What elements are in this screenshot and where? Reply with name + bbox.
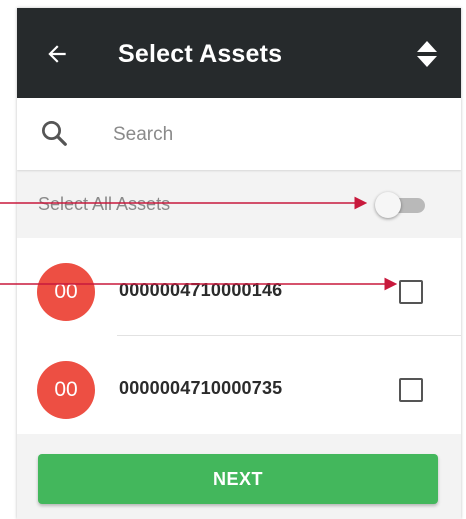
sort-icon (417, 41, 437, 67)
select-all-toggle[interactable] (375, 192, 427, 218)
sort-button[interactable] (409, 36, 445, 72)
select-all-row: Select All Assets (17, 170, 461, 238)
avatar: 00 (37, 263, 95, 321)
avatar: 00 (37, 361, 95, 419)
asset-list: 00 0000004710000146 00 0000004710000735 (17, 238, 461, 434)
toggle-thumb (375, 192, 401, 218)
asset-id: 0000004710000735 (119, 378, 283, 398)
page-title: Select Assets (118, 40, 283, 68)
list-item[interactable]: 00 0000004710000735 (17, 336, 461, 433)
asset-id: 0000004710000146 (119, 280, 283, 300)
asset-checkbox[interactable] (399, 280, 423, 304)
search-input[interactable] (111, 116, 435, 154)
asset-checkbox[interactable] (399, 378, 423, 402)
app-bar: Select Assets (17, 8, 461, 98)
next-button[interactable]: NEXT (38, 454, 438, 504)
back-button[interactable] (39, 36, 75, 72)
search-bar (17, 98, 461, 170)
search-icon (42, 121, 67, 146)
phone-screen: Select Assets Select All Assets 00 00000… (17, 8, 461, 519)
select-all-label: Select All Assets (38, 194, 171, 214)
list-item[interactable]: 00 0000004710000146 (17, 238, 461, 336)
arrow-left-icon (48, 45, 66, 63)
